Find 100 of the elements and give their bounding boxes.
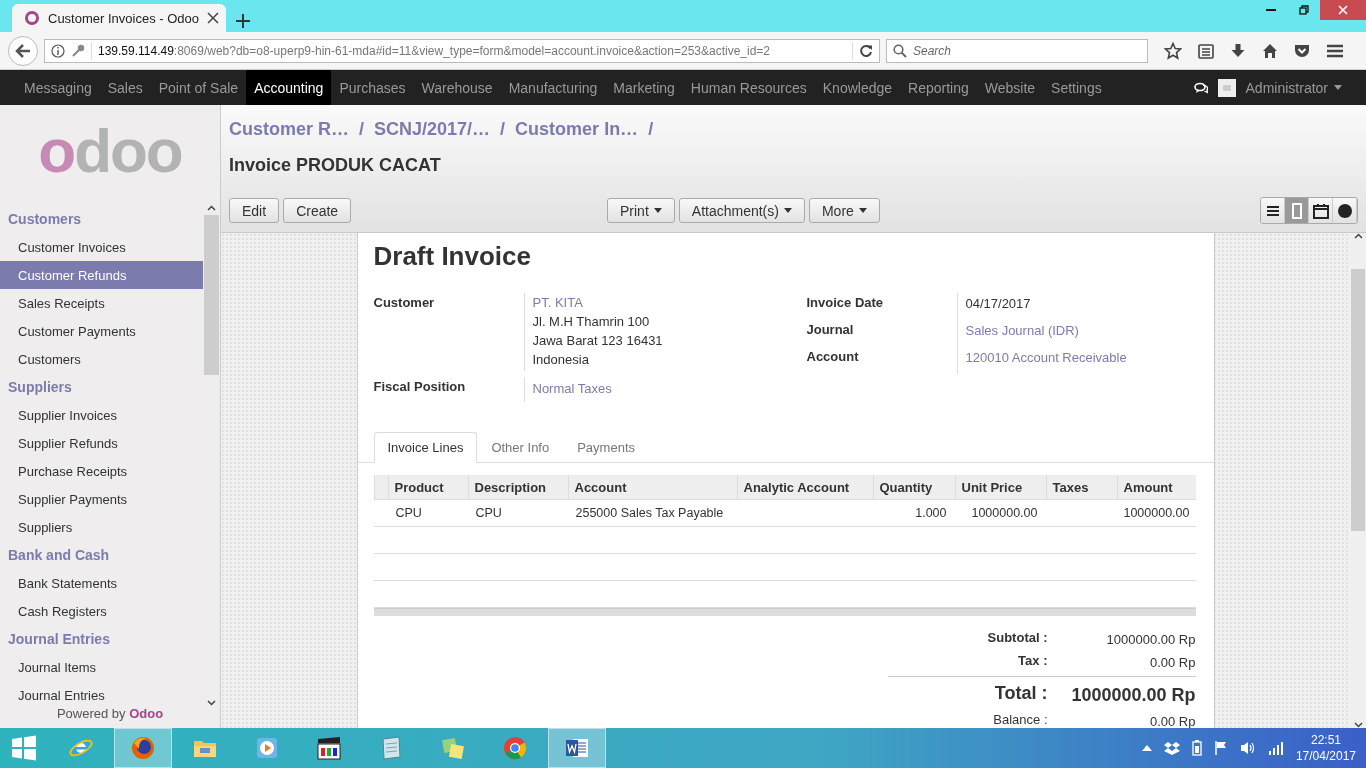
box-icon[interactable]: [1163, 740, 1180, 756]
browser-tab[interactable]: Customer Invoices - Odoo: [12, 4, 226, 32]
sidebar-item[interactable]: Supplier Payments: [0, 485, 203, 513]
plus-icon[interactable]: [236, 14, 250, 28]
action-button[interactable]: Edit: [229, 198, 280, 223]
key-icon: [71, 43, 85, 58]
url-text: 139.59.114.49:8069/web?db=o8-uperp9-hin-61-mda#id=11&view_type=form&model=account.invoice&action=253&active_id=2: [98, 43, 772, 58]
field-link[interactable]: Sales Journal (IDR): [965, 323, 1079, 338]
menu-item[interactable]: Messaging: [16, 70, 100, 105]
total-label: Tax :: [1017, 653, 1049, 670]
search-field[interactable]: Search: [886, 38, 1148, 63]
clock-time[interactable]: 22:51: [1295, 732, 1356, 748]
breadcrumb-link[interactable]: Customer R…: [229, 118, 349, 140]
notes-icon: [440, 735, 466, 761]
menu-item[interactable]: Sales: [99, 70, 151, 105]
sidebar-item[interactable]: Supplier Refunds: [0, 429, 203, 457]
taskbar-button[interactable]: [114, 728, 172, 768]
column-header[interactable]: Account: [567, 475, 737, 499]
logo: odoo: [37, 114, 183, 187]
section-heading: Customers: [7, 210, 83, 229]
pocket-icon[interactable]: [1294, 42, 1310, 59]
speaker-icon[interactable]: [1239, 740, 1256, 756]
taskbar-button[interactable]: [548, 728, 606, 768]
form-tab[interactable]: Payments: [563, 432, 649, 462]
column-header[interactable]: Analytic Account: [736, 475, 873, 499]
column-header[interactable]: Amount: [1116, 475, 1198, 499]
user-menu[interactable]: Administrator: [1245, 79, 1342, 96]
sidebar-item[interactable]: Cash Registers: [0, 597, 203, 625]
form-tab[interactable]: Invoice Lines: [373, 432, 478, 463]
form-tab[interactable]: Other Info: [477, 432, 564, 462]
list-icon[interactable]: [1198, 42, 1214, 59]
menu-item[interactable]: Settings: [1043, 70, 1110, 105]
field-link[interactable]: Normal Taxes: [532, 381, 612, 396]
windows-logo-icon: [11, 735, 37, 761]
menu-item[interactable]: Manufacturing: [500, 70, 606, 105]
address-line: Jl. M.H Thamrin 100: [532, 314, 651, 331]
sidebar-item[interactable]: Journal Entries: [0, 681, 203, 706]
sidebar-item[interactable]: Customer Payments: [0, 317, 203, 345]
dropdown-button[interactable]: More: [808, 198, 880, 223]
download-icon[interactable]: [1230, 42, 1246, 59]
total-value: 0.00 Rp: [1148, 654, 1196, 672]
sidebar-item[interactable]: Purchase Receipts: [0, 457, 203, 485]
sidebar-item[interactable]: Suppliers: [0, 513, 203, 541]
menu-item[interactable]: Marketing: [605, 70, 683, 105]
customer-link[interactable]: PT. KITA: [532, 295, 663, 314]
total-value: 1000000.00 Rp: [1105, 631, 1196, 649]
table-cell: 1000000.00: [1123, 506, 1190, 520]
calendar-view-button[interactable]: [1309, 198, 1333, 223]
field-link[interactable]: 120010 Account Receivable: [965, 350, 1127, 365]
action-button[interactable]: Create: [283, 198, 352, 223]
close-icon: [1338, 5, 1348, 15]
chevron-up-icon: [207, 205, 216, 211]
calendar-icon: [1311, 201, 1330, 220]
signal-icon[interactable]: [1267, 741, 1284, 755]
ring-icon: [24, 10, 40, 26]
graph-view-button[interactable]: [1333, 198, 1357, 223]
table-cell: CPU: [475, 506, 502, 520]
sidebar-item[interactable]: Customer Invoices: [0, 233, 203, 261]
menu-item[interactable]: Reporting: [900, 70, 977, 105]
dropdown-button[interactable]: Print: [607, 198, 675, 223]
caret-icon: [653, 208, 662, 213]
back-button[interactable]: [8, 35, 38, 66]
sidebar-item[interactable]: Journal Items: [0, 653, 203, 681]
menu-item[interactable]: Website: [976, 70, 1044, 105]
battery-icon[interactable]: [1191, 740, 1202, 756]
caret-up-icon[interactable]: [1141, 745, 1152, 751]
home-icon[interactable]: [1262, 42, 1278, 59]
sidebar-item[interactable]: Supplier Invoices: [0, 401, 203, 429]
column-header[interactable]: Product: [387, 475, 468, 499]
breadcrumb-link[interactable]: SCNJ/2017/…: [374, 118, 491, 140]
sidebar-item[interactable]: Bank Statements: [0, 569, 203, 597]
dropdown-button[interactable]: Attachment(s): [678, 198, 805, 223]
column-header[interactable]: Unit Price: [954, 475, 1046, 499]
clock-date[interactable]: 17/04/2017: [1295, 748, 1356, 764]
scrollbar[interactable]: [1350, 233, 1366, 728]
sidebar-item[interactable]: Sales Receipts: [0, 289, 203, 317]
column-header[interactable]: Quantity: [872, 475, 955, 499]
menu-item[interactable]: Knowledge: [814, 70, 901, 105]
list-view-button[interactable]: [1261, 198, 1285, 223]
column-header[interactable]: Description: [467, 475, 568, 499]
flag-icon[interactable]: [1213, 740, 1228, 756]
circle-logo-icon: [502, 735, 528, 761]
star-icon[interactable]: [1164, 41, 1182, 60]
reload-icon[interactable]: [859, 43, 873, 58]
menu-item[interactable]: Accounting: [246, 70, 332, 105]
menu-item[interactable]: Human Resources: [682, 70, 815, 105]
menu-item[interactable]: Point of Sale: [150, 70, 247, 105]
address-field[interactable]: 139.59.114.49:8069/web?db=o8-uperp9-hin-61-mda#id=11&view_type=form&model=account.invoice&action=253&active_id=2: [44, 38, 880, 63]
column-header[interactable]: Taxes: [1045, 475, 1117, 499]
breadcrumb-link[interactable]: Customer In…: [515, 118, 639, 140]
menu-item[interactable]: Warehouse: [413, 70, 501, 105]
chat-icon[interactable]: [1193, 81, 1208, 94]
sidebar-item[interactable]: Customer Refunds: [0, 261, 203, 289]
sidebar-item[interactable]: Customers: [0, 345, 203, 373]
menu-icon[interactable]: [1326, 42, 1344, 59]
field-label: Invoice Date: [806, 294, 885, 310]
table-cell: 1000000.00: [971, 506, 1038, 520]
close-icon[interactable]: [207, 12, 219, 24]
menu-item[interactable]: Purchases: [331, 70, 414, 105]
clapperboard-icon: [316, 735, 342, 761]
